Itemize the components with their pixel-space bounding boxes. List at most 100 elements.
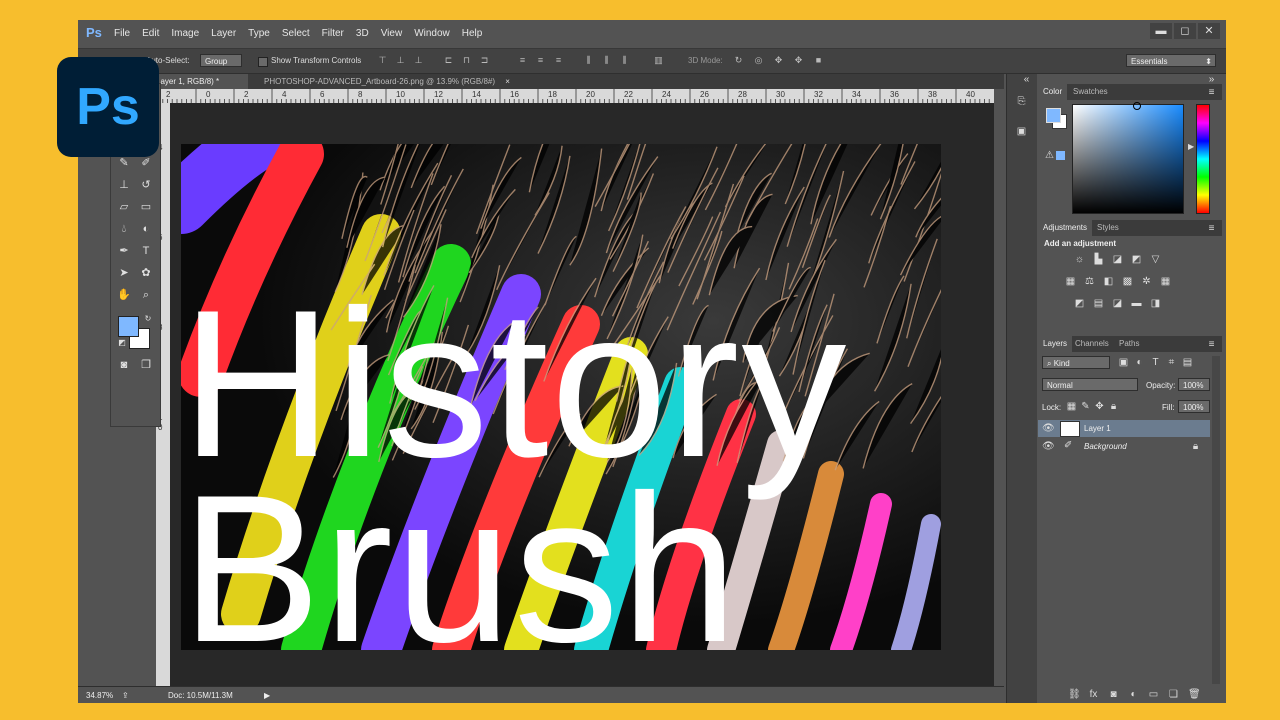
close-tab-icon[interactable]: × bbox=[505, 77, 510, 86]
layers-scrollbar[interactable] bbox=[1212, 356, 1220, 684]
menu-3d[interactable]: 3D bbox=[356, 28, 369, 39]
black-white-icon[interactable]: ◧ bbox=[1103, 276, 1114, 287]
threshold-icon[interactable]: ◪ bbox=[1112, 298, 1123, 309]
filter-smart-object-icon[interactable]: ▤ bbox=[1182, 357, 1193, 368]
auto-align-icon[interactable]: ▥ bbox=[654, 56, 663, 65]
align-vcenter-icon[interactable]: ⊥ bbox=[396, 56, 405, 65]
visibility-eye-icon[interactable]: 👁︎ bbox=[1042, 423, 1055, 434]
filter-adjustment-icon[interactable]: ◐ bbox=[1134, 357, 1145, 368]
align-hcenter-icon[interactable]: ⊓ bbox=[462, 56, 471, 65]
zoom-tool-icon[interactable]: ⌕ bbox=[137, 286, 155, 304]
photo-filter-icon[interactable]: ▩ bbox=[1122, 276, 1133, 287]
menu-layer[interactable]: Layer bbox=[211, 28, 236, 39]
gradient-icon[interactable]: ▭ bbox=[137, 198, 155, 216]
canvas-image[interactable]: History Brush bbox=[181, 144, 941, 650]
menu-help[interactable]: Help bbox=[462, 28, 483, 39]
selective-color-icon[interactable]: ◨ bbox=[1150, 298, 1161, 309]
new-group-icon[interactable]: ▭ bbox=[1148, 689, 1159, 700]
show-transform-checkbox[interactable] bbox=[258, 57, 268, 67]
fg-color-chip[interactable] bbox=[1046, 108, 1061, 123]
slide-3d-icon[interactable]: ✥ bbox=[794, 56, 803, 65]
layer-row-layer-1[interactable]: 👁︎ Layer 1 bbox=[1038, 420, 1210, 437]
shape-tool-icon[interactable]: ✿ bbox=[137, 264, 155, 282]
fill-field[interactable]: 100% bbox=[1178, 400, 1210, 413]
quick-mask-icon[interactable]: ◙ bbox=[115, 356, 133, 374]
close-window-button[interactable]: ✕ bbox=[1198, 23, 1220, 39]
eraser-icon[interactable]: ▱ bbox=[115, 198, 133, 216]
clone-stamp-icon[interactable]: ⊥ bbox=[115, 176, 133, 194]
status-menu-arrow-icon[interactable]: ▶ bbox=[264, 691, 270, 700]
canvas-area[interactable]: History Brush bbox=[170, 103, 994, 686]
layer-row-background[interactable]: 👁︎ ✐ Background 🔒︎ bbox=[1038, 438, 1210, 455]
add-mask-icon[interactable]: ◙ bbox=[1108, 689, 1119, 700]
path-selection-icon[interactable]: ➤ bbox=[115, 264, 133, 282]
vibrance-icon[interactable]: ▽ bbox=[1150, 254, 1161, 265]
curves-icon[interactable]: ◪ bbox=[1112, 254, 1123, 265]
layer-style-icon[interactable]: fx bbox=[1088, 689, 1099, 700]
tab-swatches[interactable]: Swatches bbox=[1068, 84, 1113, 100]
collapse-panels-icon[interactable]: « bbox=[1021, 74, 1032, 85]
align-right-icon[interactable]: ⊐ bbox=[480, 56, 489, 65]
align-top-icon[interactable]: ⊤ bbox=[378, 56, 387, 65]
history-panel-icon[interactable]: ⎘ bbox=[1016, 96, 1027, 107]
hue-saturation-icon[interactable]: ▦ bbox=[1065, 276, 1076, 287]
pan-3d-icon[interactable]: ✥ bbox=[774, 56, 783, 65]
hand-tool-icon[interactable]: ✋ bbox=[115, 286, 133, 304]
menu-file[interactable]: File bbox=[114, 28, 130, 39]
channel-mixer-icon[interactable]: ✲ bbox=[1141, 276, 1152, 287]
color-lookup-icon[interactable]: ▦ bbox=[1160, 276, 1171, 287]
menu-edit[interactable]: Edit bbox=[142, 28, 159, 39]
color-picker-field[interactable] bbox=[1072, 102, 1184, 214]
maximize-button[interactable]: ◻ bbox=[1174, 23, 1196, 39]
lock-position-icon[interactable]: ✥ bbox=[1094, 401, 1105, 412]
roll-3d-icon[interactable]: ◎ bbox=[754, 56, 763, 65]
filter-pixel-icon[interactable]: ▣ bbox=[1118, 357, 1129, 368]
foreground-color-swatch[interactable] bbox=[118, 316, 139, 337]
share-icon[interactable]: ⇪ bbox=[122, 691, 129, 700]
tab-inactive-document[interactable]: PHOTOSHOP-ADVANCED_Artboard-26.png @ 13.… bbox=[258, 74, 538, 89]
properties-panel-icon[interactable]: ▣ bbox=[1016, 126, 1027, 137]
invert-icon[interactable]: ◩ bbox=[1074, 298, 1085, 309]
new-layer-icon[interactable]: ❏ bbox=[1168, 689, 1179, 700]
color-balance-icon[interactable]: ⚖ bbox=[1084, 276, 1095, 287]
layer-filter-kind[interactable]: ⌕ Kind bbox=[1042, 356, 1110, 369]
visibility-eye-icon[interactable]: 👁︎ bbox=[1042, 441, 1055, 452]
distribute-hcenter-icon[interactable]: ⫼ bbox=[602, 56, 611, 65]
distribute-top-icon[interactable]: ≡ bbox=[518, 56, 527, 65]
delete-layer-icon[interactable]: 🗑︎ bbox=[1188, 689, 1201, 700]
menu-view[interactable]: View bbox=[381, 28, 403, 39]
menu-image[interactable]: Image bbox=[171, 28, 199, 39]
lock-image-icon[interactable]: ✎ bbox=[1080, 401, 1091, 412]
filter-type-icon[interactable]: T bbox=[1150, 357, 1161, 368]
opacity-field[interactable]: 100% bbox=[1178, 378, 1210, 391]
hue-slider[interactable] bbox=[1196, 104, 1210, 214]
zoom-level[interactable]: 34.87% bbox=[86, 691, 113, 700]
websafe-chip[interactable] bbox=[1056, 151, 1065, 160]
levels-icon[interactable]: ▙ bbox=[1093, 254, 1104, 265]
menu-window[interactable]: Window bbox=[414, 28, 450, 39]
lock-all-icon[interactable]: 🔒︎ bbox=[1108, 401, 1119, 412]
blend-mode-dropdown[interactable]: Normal bbox=[1042, 378, 1138, 391]
tab-adjustments[interactable]: Adjustments bbox=[1038, 220, 1093, 236]
dodge-tool-icon[interactable]: ◐ bbox=[137, 220, 155, 238]
filter-shape-icon[interactable]: ⌗ bbox=[1166, 357, 1177, 368]
gradient-map-icon[interactable]: ▬ bbox=[1131, 298, 1142, 309]
layers-panel-menu-icon[interactable]: ≡ bbox=[1206, 339, 1217, 350]
screen-mode-icon[interactable]: ❐ bbox=[137, 356, 155, 374]
panel-menu-icon[interactable]: ≡ bbox=[1206, 87, 1217, 98]
exposure-icon[interactable]: ◩ bbox=[1131, 254, 1142, 265]
tab-styles[interactable]: Styles bbox=[1092, 220, 1124, 236]
menu-filter[interactable]: Filter bbox=[322, 28, 344, 39]
menu-select[interactable]: Select bbox=[282, 28, 310, 39]
distribute-right-icon[interactable]: ⫼ bbox=[620, 56, 629, 65]
workspace-dropdown[interactable]: Essentials ⬍ bbox=[1126, 54, 1216, 67]
tab-color[interactable]: Color bbox=[1038, 84, 1068, 100]
distribute-vcenter-icon[interactable]: ≡ bbox=[536, 56, 545, 65]
tab-layers[interactable]: Layers bbox=[1038, 336, 1073, 352]
history-brush-icon[interactable]: ↺ bbox=[137, 176, 155, 194]
type-tool-icon[interactable]: T bbox=[137, 242, 155, 260]
swap-colors-icon[interactable]: ↻ bbox=[139, 310, 157, 328]
new-adjustment-icon[interactable]: ◐ bbox=[1128, 689, 1139, 700]
minimize-button[interactable]: ▬ bbox=[1150, 23, 1172, 39]
link-layers-icon[interactable]: ⛓︎ bbox=[1068, 689, 1081, 700]
